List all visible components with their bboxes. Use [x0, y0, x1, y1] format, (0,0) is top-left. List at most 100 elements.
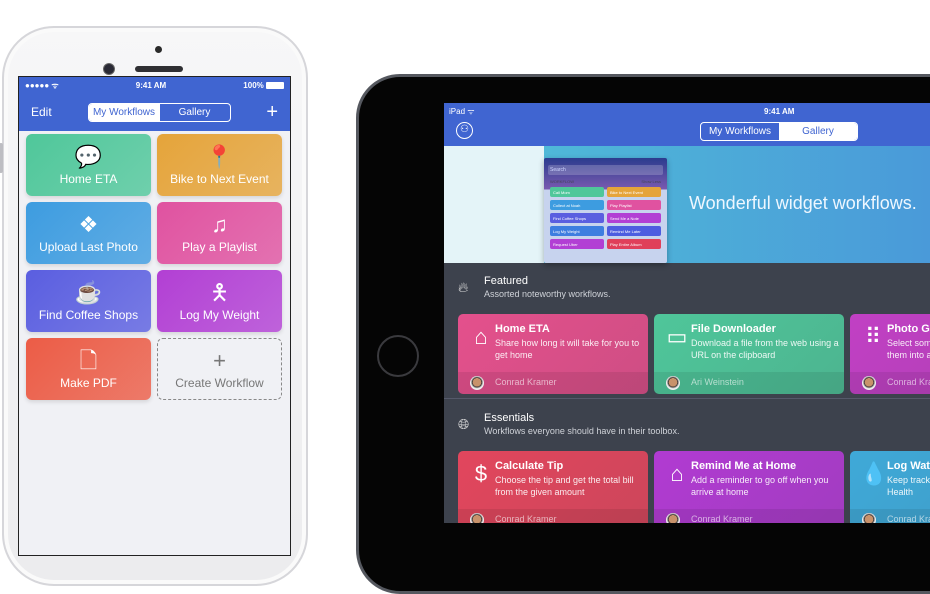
music-note-icon: ♫	[211, 212, 228, 237]
card-title: Photo Grid	[887, 323, 930, 335]
card-footer: Conrad Kramer	[654, 509, 844, 523]
ipad-status-bar: iPad ᯤ 9:41 AM	[444, 103, 930, 119]
workflow-tile[interactable]: ☕ Find Coffee Shops	[26, 270, 151, 332]
mini-widget-item: Remind Me Later	[607, 226, 661, 236]
author-avatar	[862, 513, 876, 523]
workflow-card[interactable]: ⠿ Photo Grid Select some photos and comb…	[850, 314, 930, 394]
featured-banner[interactable]: Search WORKFLOW Show Less Call Mom Bike to…	[444, 146, 930, 263]
dollar-icon: $	[474, 461, 488, 486]
banner-title: Wonderful widget workflows.	[689, 193, 917, 213]
mini-header: WORKFLOW Show Less	[550, 179, 661, 184]
workflow-tile[interactable]: 🗋 Make PDF	[26, 338, 151, 400]
card-title: Calculate Tip	[495, 460, 564, 472]
author-avatar	[666, 376, 680, 390]
mini-widget-item: Collect at Noah	[550, 200, 604, 210]
workflow-card[interactable]: $ Calculate Tip Choose the tip and get t…	[458, 451, 648, 523]
tab-my-workflows[interactable]: My Workflows	[88, 103, 160, 121]
workflow-card[interactable]: 💧 Log Water Keep track of water by addin…	[850, 451, 930, 523]
workflow-tile[interactable]: ♫ Play a Playlist	[157, 202, 282, 264]
mini-search: Search	[548, 165, 663, 175]
card-footer: Conrad Kramer	[458, 509, 648, 523]
tab-gallery[interactable]: Gallery	[779, 123, 857, 140]
workflow-segmented-control: My Workflows Gallery	[87, 102, 231, 122]
workflow-tile[interactable]: + Create Workflow	[157, 338, 282, 400]
globe-icon: 🌐︎	[458, 416, 470, 432]
house-icon: ⌂	[474, 324, 488, 349]
home-button	[377, 335, 419, 377]
author-name: Conrad Kramer	[887, 514, 930, 523]
tab-my-workflows[interactable]: My Workflows	[701, 123, 779, 140]
tile-label: Log My Weight	[179, 308, 260, 322]
author-name: Conrad Kramer	[495, 377, 557, 387]
add-workflow-button[interactable]: +	[266, 101, 278, 124]
document-icon: 🗋	[79, 348, 98, 373]
workflow-tile[interactable]: 💬 Home ETA	[26, 134, 151, 196]
card-footer: Conrad Kramer	[850, 509, 930, 523]
card-description: Share how long it will take for you to g…	[495, 338, 640, 360]
author-avatar	[666, 513, 680, 523]
section-description: Assorted noteworthy workflows.	[484, 289, 611, 299]
tab-gallery[interactable]: Gallery	[160, 104, 230, 121]
card-title: Remind Me at Home	[691, 460, 797, 472]
workflow-tile[interactable]: 🯅 Log My Weight	[157, 270, 282, 332]
battery-icon	[266, 81, 284, 89]
device-wifi-label: iPad ᯤ	[449, 106, 475, 116]
iphone-status-bar: ●●●●● ᯤ 9:41 AM 100%	[19, 77, 290, 93]
card-footer: Conrad Kramer	[850, 372, 930, 394]
workflow-card[interactable]: ⌂ Remind Me at Home Add a reminder to go…	[654, 451, 844, 523]
author-name: Conrad Kramer	[495, 514, 557, 523]
location-pin-icon: 📍	[205, 144, 234, 169]
dropbox-icon: ❖	[78, 212, 99, 237]
tile-label: Bike to Next Event	[170, 172, 269, 186]
signal-wifi-icon: ●●●●● ᯤ	[25, 80, 59, 90]
front-camera	[104, 64, 114, 74]
plus-icon: +	[213, 348, 226, 373]
author-avatar	[470, 376, 484, 390]
status-time: 9:41 AM	[764, 106, 795, 116]
workflow-tile[interactable]: ❖ Upload Last Photo	[26, 202, 151, 264]
mini-widget-item: Play Playlist	[607, 200, 661, 210]
author-avatar	[470, 513, 484, 523]
battery-status: 100%	[243, 81, 284, 90]
person-icon: 🯅	[209, 280, 230, 305]
edit-button[interactable]: Edit	[31, 105, 52, 119]
author-name: Ari Weinstein	[691, 377, 744, 387]
card-title: Log Water	[887, 460, 930, 472]
ipad-screen: iPad ᯤ 9:41 AM ⚇ My Workflows Gallery Se…	[444, 103, 930, 523]
volume-button	[0, 143, 3, 173]
ipad-nav-bar: ⚇ My Workflows Gallery	[444, 119, 930, 146]
card-description: Keep track of water by adding it to Heal…	[887, 475, 930, 497]
card-description: Download a file from the web using a URL…	[691, 338, 839, 360]
mini-widget-item: Find Coffee Shops	[550, 213, 604, 223]
mini-widget-item: Play Entire Album	[607, 239, 661, 249]
iphone-nav-bar: Edit My Workflows Gallery +	[19, 93, 290, 131]
author-name: Conrad Kramer	[691, 514, 753, 523]
mini-widget-item: Call Mom	[550, 187, 604, 197]
author-avatar	[862, 376, 876, 390]
workflow-card[interactable]: ▭ File Downloader Download a file from t…	[654, 314, 844, 394]
section-description: Workflows everyone should have in their …	[484, 426, 680, 436]
status-time: 9:41 AM	[135, 80, 167, 90]
gallery-segmented-control: My Workflows Gallery	[700, 122, 858, 141]
section-title: Essentials	[484, 412, 535, 424]
workflow-grid: 💬 Home ETA 📍 Bike to Next Event ❖ Upload Last…	[26, 134, 284, 400]
tile-label: Upload Last Photo	[39, 240, 138, 254]
workflow-card[interactable]: ⌂ Home ETA Share how long it will take f…	[458, 314, 648, 394]
mini-grid: Call Mom Bike to Next Event Collect at Noa…	[544, 187, 667, 249]
section-divider	[444, 398, 930, 399]
iphone-screen: ●●●●● ᯤ 9:41 AM 100% Edit My Workflows G…	[18, 76, 291, 556]
house-icon: ⌂	[670, 461, 684, 486]
coffee-cup-icon: ☕	[74, 280, 103, 305]
tile-label: Home ETA	[59, 172, 118, 186]
proximity-sensor	[155, 46, 162, 53]
tile-label: Create Workflow	[175, 376, 264, 390]
tile-label: Play a Playlist	[182, 240, 257, 254]
workflow-tile[interactable]: 📍 Bike to Next Event	[157, 134, 282, 196]
flame-icon: 🔥︎	[458, 279, 469, 295]
account-icon[interactable]: ⚇	[456, 122, 473, 139]
mini-widget-item: Log My Weight	[550, 226, 604, 236]
tile-label: Make PDF	[60, 376, 117, 390]
tile-label: Find Coffee Shops	[38, 308, 139, 322]
water-drop-icon: 💧	[860, 461, 888, 486]
card-description: Add a reminder to go off when you arrive…	[691, 475, 829, 497]
